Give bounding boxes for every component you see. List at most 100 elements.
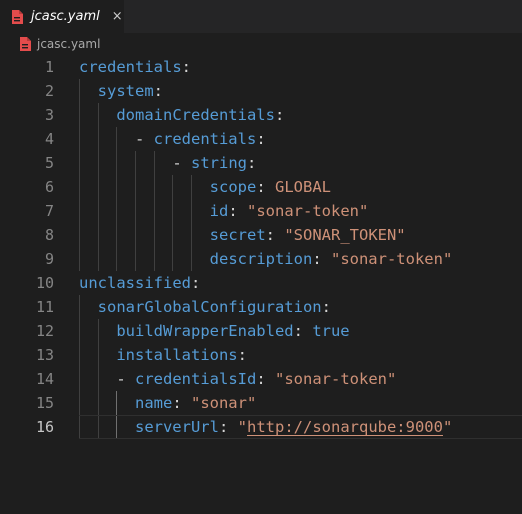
yaml-key: serverUrl xyxy=(134,418,219,436)
indent-guide xyxy=(116,151,118,175)
code-line[interactable]: 3 domainCredentials: xyxy=(0,103,522,127)
code-line[interactable]: 6 scope: GLOBAL xyxy=(0,175,522,199)
code-line[interactable]: 10 unclassified: xyxy=(0,271,522,295)
line-number: 11 xyxy=(35,298,54,316)
code-text: buildWrapperEnabled: true xyxy=(116,319,349,343)
yaml-punctuation: : xyxy=(256,178,275,196)
indent-guide xyxy=(97,151,99,175)
indent-guide xyxy=(116,247,118,271)
yaml-punctuation: - xyxy=(172,154,191,172)
yaml-value: " xyxy=(442,418,453,436)
yaml-punctuation: : xyxy=(321,298,331,316)
indent-guide xyxy=(153,247,155,271)
yaml-punctuation: : xyxy=(274,106,285,124)
code-text: - string: xyxy=(172,151,256,175)
code-line[interactable]: 15 name: "sonar" xyxy=(0,391,522,415)
code-line[interactable]: 1 credentials: xyxy=(0,55,522,79)
line-number: 8 xyxy=(44,226,54,244)
line-number: 16 xyxy=(35,418,54,436)
indent-guide xyxy=(97,223,99,247)
code-line[interactable]: 13 installations: xyxy=(0,343,522,367)
indent-guide xyxy=(190,223,192,247)
breadcrumb-item-file[interactable]: jcasc.yaml xyxy=(37,37,100,51)
indent-guide xyxy=(134,199,136,223)
yaml-punctuation: : xyxy=(172,394,191,412)
yaml-value: "SONAR_TOKEN" xyxy=(284,226,406,244)
line-number: 13 xyxy=(35,346,54,364)
line-number: 15 xyxy=(35,394,54,412)
code-line[interactable]: 4 - credentials: xyxy=(0,127,522,151)
indent-guide xyxy=(97,103,99,127)
close-icon[interactable]: × xyxy=(112,10,123,23)
tab-jcasc-yaml[interactable]: jcasc.yaml × xyxy=(0,0,124,33)
code-editor[interactable]: 1 credentials: 2 system: 3 domainCredentials:… xyxy=(0,55,522,514)
breadcrumb: jcasc.yaml xyxy=(0,33,522,55)
code-line[interactable]: 14 - credentialsId: "sonar-token" xyxy=(0,367,522,391)
code-text: - credentialsId: "sonar-token" xyxy=(116,367,396,391)
yaml-key: sonarGlobalConfiguration xyxy=(97,298,322,316)
line-number: 3 xyxy=(44,106,54,124)
indent-guide xyxy=(97,175,99,199)
yaml-key: buildWrapperEnabled xyxy=(116,322,294,340)
yaml-key: domainCredentials xyxy=(116,106,275,124)
code-line[interactable]: 7 id: "sonar-token" xyxy=(0,199,522,223)
indent-guide xyxy=(116,175,118,199)
line-number: 14 xyxy=(35,370,54,388)
indent-guide xyxy=(116,415,118,439)
line-number: 6 xyxy=(44,178,54,196)
indent-guide xyxy=(79,79,80,103)
indent-guide xyxy=(97,391,99,415)
indent-guide xyxy=(172,199,174,223)
indent-guide xyxy=(79,103,80,127)
indent-guide xyxy=(116,199,118,223)
code-line[interactable]: 2 system: xyxy=(0,79,522,103)
yaml-value: "sonar" xyxy=(190,394,257,412)
indent-guide xyxy=(153,199,155,223)
indent-guide xyxy=(97,343,99,367)
code-line[interactable]: 11 sonarGlobalConfiguration: xyxy=(0,295,522,319)
yaml-key: secret xyxy=(209,226,266,244)
indent-guide xyxy=(153,223,155,247)
indent-guide xyxy=(153,175,155,199)
line-number: 10 xyxy=(35,274,54,292)
code-text: name: "sonar" xyxy=(135,391,256,415)
indent-guide xyxy=(116,223,118,247)
indent-guide xyxy=(172,247,174,271)
yaml-punctuation: : xyxy=(265,226,285,244)
yaml-key: credentialsId xyxy=(135,370,257,388)
indent-guide xyxy=(97,367,99,391)
indent-guide xyxy=(190,175,192,199)
yaml-file-icon xyxy=(12,9,23,24)
indent-guide xyxy=(79,295,80,319)
code-line[interactable]: 16 serverUrl: "http://sonarqube:9000" xyxy=(0,415,522,439)
code-line[interactable]: 9 description: "sonar-token" xyxy=(0,247,522,271)
yaml-value: GLOBAL xyxy=(275,178,331,196)
indent-guide xyxy=(153,151,155,175)
code-line[interactable]: 12 buildWrapperEnabled: true xyxy=(0,319,522,343)
indent-guide xyxy=(79,223,80,247)
indent-guide xyxy=(79,127,80,151)
yaml-value: "sonar-token" xyxy=(330,250,453,268)
indent-guide xyxy=(97,415,99,439)
url-link[interactable]: http://sonarqube:9000 xyxy=(247,418,443,436)
code-line[interactable]: 5 - string: xyxy=(0,151,522,175)
yaml-file-icon xyxy=(20,37,31,51)
yaml-punctuation: : xyxy=(256,370,275,388)
code-line[interactable]: 8 secret: "SONAR_TOKEN" xyxy=(0,223,522,247)
indent-guide xyxy=(97,127,99,151)
yaml-punctuation: : xyxy=(237,346,247,364)
indent-guide xyxy=(79,199,80,223)
code-text: unclassified: xyxy=(79,271,200,295)
yaml-key: installations xyxy=(116,346,238,364)
code-text: credentials: xyxy=(79,55,191,79)
yaml-key: unclassified xyxy=(79,274,191,292)
code-text: description: "sonar-token" xyxy=(210,247,453,271)
yaml-key: description xyxy=(209,250,313,268)
line-number: 7 xyxy=(44,202,54,220)
yaml-value: " xyxy=(237,418,247,436)
indent-guide xyxy=(79,319,80,343)
yaml-key: id xyxy=(209,202,229,220)
code-text: sonarGlobalConfiguration: xyxy=(98,295,331,319)
yaml-punctuation: : xyxy=(293,322,313,340)
indent-guide xyxy=(172,175,174,199)
